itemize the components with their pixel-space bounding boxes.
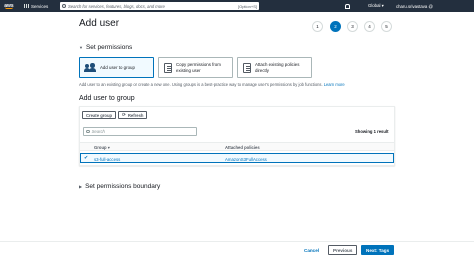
option-label: Copy permissions from existing user <box>176 62 221 73</box>
next-label: Next: Tags <box>366 247 390 253</box>
description-text: Add user to an existing group or create … <box>79 82 323 87</box>
notifications-button[interactable] <box>345 0 350 12</box>
cancel-button[interactable]: Cancel <box>304 248 319 253</box>
aws-smile-icon <box>5 7 13 9</box>
option-label: Add user to group <box>100 64 135 70</box>
column-group[interactable]: Group ▾ <box>94 145 110 150</box>
next-tags-button[interactable]: Next: Tags <box>361 245 395 255</box>
search-placeholder: Search for services, features, blogs, do… <box>68 3 165 9</box>
search-icon <box>86 129 90 134</box>
learn-more-link[interactable]: Learn more <box>324 82 345 87</box>
step-1[interactable]: 1 <box>312 21 323 32</box>
set-permissions-title: Set permissions <box>85 44 133 51</box>
set-permissions-boundary-header[interactable]: ▶ Set permissions boundary <box>79 183 160 190</box>
document-icon <box>243 62 251 73</box>
step-5[interactable]: 5 <box>381 21 392 32</box>
create-group-label: Create group <box>86 112 113 118</box>
group-search-input[interactable]: Search <box>83 127 197 136</box>
previous-label: Previous <box>333 247 353 253</box>
document-icon <box>164 62 172 73</box>
account-menu[interactable]: charu.srivastava @ <box>396 0 433 12</box>
checkbox-checked-icon[interactable]: ✔ <box>84 155 88 161</box>
group-name-link[interactable]: s3-full-access <box>94 157 120 162</box>
services-label: Services <box>31 3 49 9</box>
group-search-placeholder: Search <box>91 129 105 134</box>
search-icon <box>62 4 66 8</box>
set-permissions-header[interactable]: ▼ Set permissions <box>79 44 132 51</box>
footer-divider <box>0 241 474 242</box>
result-count: Showing 1 result <box>355 129 389 134</box>
services-menu[interactable]: Services <box>24 3 49 9</box>
region-label: Global ▾ <box>368 3 384 8</box>
users-icon <box>84 63 96 72</box>
step-4[interactable]: 4 <box>364 21 375 32</box>
option-attach-policies[interactable]: Attach existing policies directly <box>237 57 312 78</box>
region-selector[interactable]: Global ▾ <box>368 0 384 12</box>
option-copy-permissions[interactable]: Copy permissions from existing user <box>158 57 233 78</box>
global-search-input[interactable]: Search for services, features, blogs, do… <box>60 2 259 10</box>
column-attached-policies: Attached policies <box>225 145 260 150</box>
set-permissions-boundary-title: Set permissions boundary <box>85 183 161 190</box>
table-header: Group ▾ Attached policies <box>80 142 394 151</box>
search-shortcut: [Option+S] <box>237 3 257 9</box>
create-group-button[interactable]: Create group <box>82 111 117 119</box>
option-add-user-to-group[interactable]: Add user to group <box>79 57 154 78</box>
refresh-label: Refresh <box>127 112 144 118</box>
previous-button[interactable]: Previous <box>328 245 358 255</box>
bell-icon <box>345 3 350 9</box>
option-label: Attach existing policies directly <box>255 62 300 73</box>
page-title: Add user <box>79 18 120 29</box>
account-label: charu.srivastava @ <box>396 3 433 9</box>
caret-right-icon: ▶ <box>79 184 83 189</box>
step-3[interactable]: 3 <box>347 21 358 32</box>
refresh-icon: ⟳ <box>122 112 126 117</box>
permissions-description: Add user to an existing group or create … <box>79 82 345 87</box>
aws-logo[interactable]: aws <box>0 0 18 12</box>
caret-down-icon: ▼ <box>79 45 83 50</box>
step-2[interactable]: 2 <box>330 21 341 32</box>
add-user-to-group-title: Add user to group <box>79 95 135 102</box>
grid-icon <box>24 3 29 9</box>
refresh-button[interactable]: ⟳ Refresh <box>118 111 148 119</box>
policy-link[interactable]: AmazonS3FullAccess <box>225 157 267 162</box>
